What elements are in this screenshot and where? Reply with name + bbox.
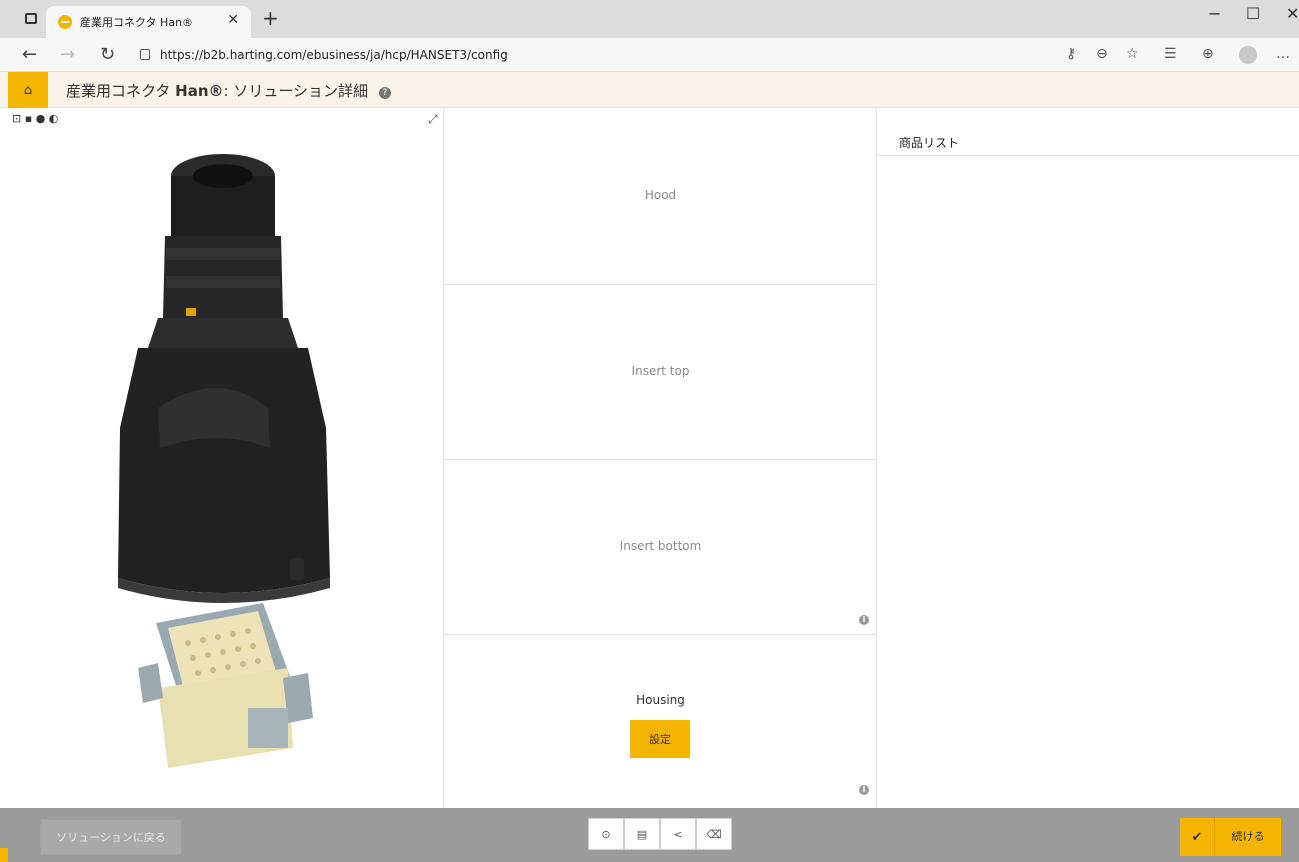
info-icon[interactable]: i [859, 615, 869, 625]
favorites-list-icon[interactable]: ☰ [1164, 46, 1177, 62]
browser-tab[interactable]: 産業用コネクタ Han® ✕ [46, 6, 251, 38]
hood-model [118, 154, 330, 603]
refresh-icon[interactable]: ↻ [100, 44, 115, 65]
slot-insert-bottom[interactable]: Insert bottom i [444, 460, 877, 635]
key-icon[interactable]: ⚷ [1066, 46, 1076, 62]
accent-stripe [0, 848, 8, 862]
maximize-icon[interactable]: ☐ [1246, 4, 1260, 23]
slot-hood[interactable]: Hood [444, 108, 877, 285]
back-icon[interactable]: ← [22, 44, 37, 65]
favicon-icon [58, 15, 72, 29]
product-list-panel: 商品リスト [877, 108, 1299, 808]
window-menu-icon[interactable] [25, 13, 37, 24]
insert-model [138, 603, 313, 768]
slot-housing[interactable]: Housing 設定 i [444, 635, 877, 808]
connector-3d-model [118, 154, 330, 768]
share-icon: < [673, 827, 683, 841]
minimize-icon[interactable]: − [1208, 4, 1221, 23]
product-list-header: 商品リスト [877, 108, 1299, 156]
slot-insert-top[interactable]: Insert top [444, 285, 877, 460]
browser-tab-strip: 産業用コネクタ Han® ✕ + − ☐ ✕ [0, 0, 1299, 38]
help-icon[interactable]: ? [378, 87, 391, 99]
zoom-icon[interactable]: ⊖ [1096, 46, 1108, 62]
more-icon[interactable]: … [1276, 46, 1290, 62]
close-tab-icon[interactable]: ✕ [227, 12, 239, 28]
configure-button[interactable]: 設定 [630, 720, 690, 758]
address-bar: ← → ↻ https://b2b.harting.com/ebusiness/… [0, 38, 1299, 72]
close-window-icon[interactable]: ✕ [1286, 4, 1299, 23]
new-tab-icon[interactable]: + [262, 6, 279, 30]
home-button[interactable]: ⌂ [8, 72, 48, 108]
collections-icon[interactable]: ⊕ [1202, 46, 1214, 62]
home-icon: ⌂ [23, 82, 33, 98]
slot-label: Insert top [631, 364, 690, 378]
continue-label: 続ける [1214, 818, 1281, 856]
forward-icon[interactable]: → [60, 44, 75, 65]
save-button[interactable]: ▤ [624, 818, 660, 850]
url-field[interactable]: https://b2b.harting.com/ebusiness/ja/hcp… [140, 44, 1060, 66]
title-suffix: : ソリューション詳細 [223, 82, 369, 100]
app-header: ⌂ 産業用コネクタ Han®: ソリューション詳細 ? [0, 72, 1299, 108]
back-to-solution-button[interactable]: ソリューションに戻る [40, 819, 182, 855]
upload-icon: ⊙ [601, 827, 611, 841]
page-title: 産業用コネクタ Han®: ソリューション詳細 ? [66, 80, 391, 101]
delete-button[interactable]: ⌫ [696, 818, 732, 850]
continue-button[interactable]: ✔ 続ける [1180, 818, 1281, 856]
slot-label: Insert bottom [619, 539, 702, 553]
model-viewer[interactable]: ⊡ ▪ ● ◐ ⤢ [8, 108, 444, 808]
check-icon: ✔ [1191, 829, 1203, 845]
url-text: https://b2b.harting.com/ebusiness/ja/hcp… [160, 48, 508, 62]
slot-label: Housing [636, 693, 685, 707]
action-button-group: ⊙ ▤ < ⌫ [588, 818, 732, 850]
save-icon: ▤ [636, 827, 648, 841]
slot-label: Hood [644, 188, 677, 202]
favorite-star-icon[interactable]: ☆ [1126, 46, 1139, 62]
share-button[interactable]: < [660, 818, 696, 850]
profile-avatar[interactable] [1239, 46, 1257, 64]
configuration-panel: Hood Insert top Insert bottom i Housing … [444, 108, 877, 808]
bottom-action-bar: ソリューションに戻る ⊙ ▤ < ⌫ ✔ 続ける [0, 808, 1299, 862]
delete-icon: ⌫ [706, 827, 722, 841]
product-list-title: 商品リスト [899, 136, 960, 150]
tab-title: 産業用コネクタ Han® [80, 16, 194, 29]
upload-button[interactable]: ⊙ [588, 818, 624, 850]
info-icon[interactable]: i [859, 785, 869, 795]
title-prefix: 産業用コネクタ [66, 82, 176, 100]
lock-icon [140, 49, 150, 60]
title-brand: Han® [175, 82, 224, 100]
